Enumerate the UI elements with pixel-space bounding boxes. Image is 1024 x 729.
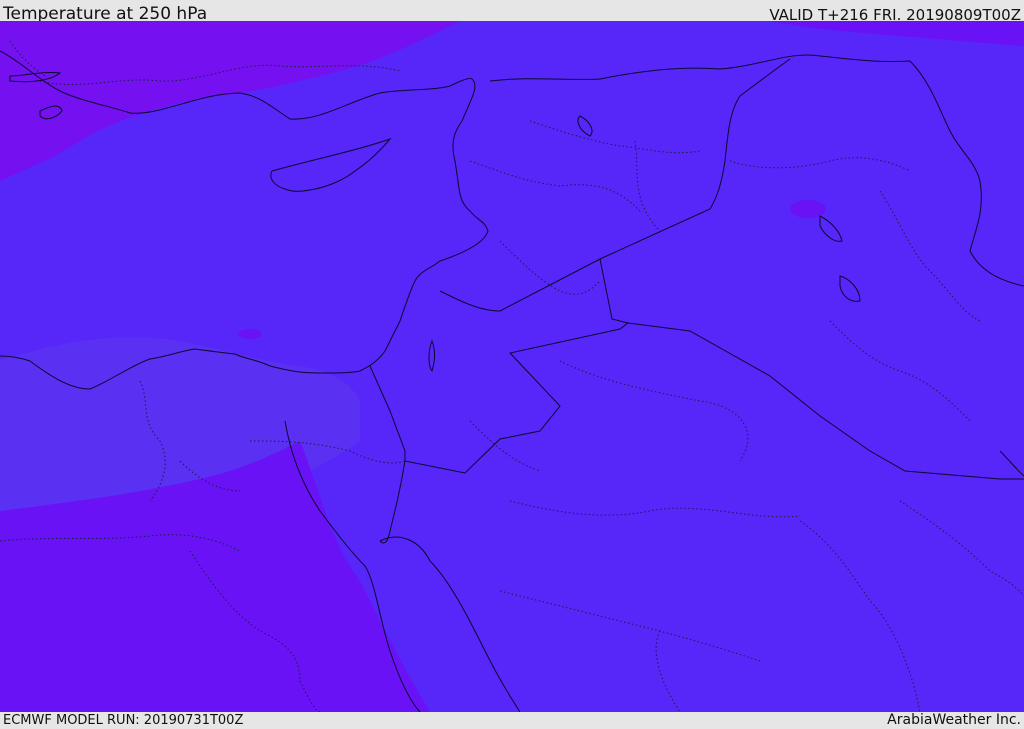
credit-label: ArabiaWeather Inc.	[887, 712, 1021, 728]
footer-bar: ECMWF MODEL RUN: 20190731T00Z ArabiaWeat…	[0, 712, 1024, 729]
temperature-field-warm-patch-sea	[238, 329, 262, 339]
header-bar: Temperature at 250 hPa VALID T+216 FRI. …	[0, 0, 1024, 24]
map-canvas	[0, 21, 1024, 712]
temperature-map[interactable]	[0, 21, 1024, 712]
temperature-field-warm-patch	[790, 200, 826, 218]
model-run-label: ECMWF MODEL RUN: 20190731T00Z	[3, 713, 244, 728]
